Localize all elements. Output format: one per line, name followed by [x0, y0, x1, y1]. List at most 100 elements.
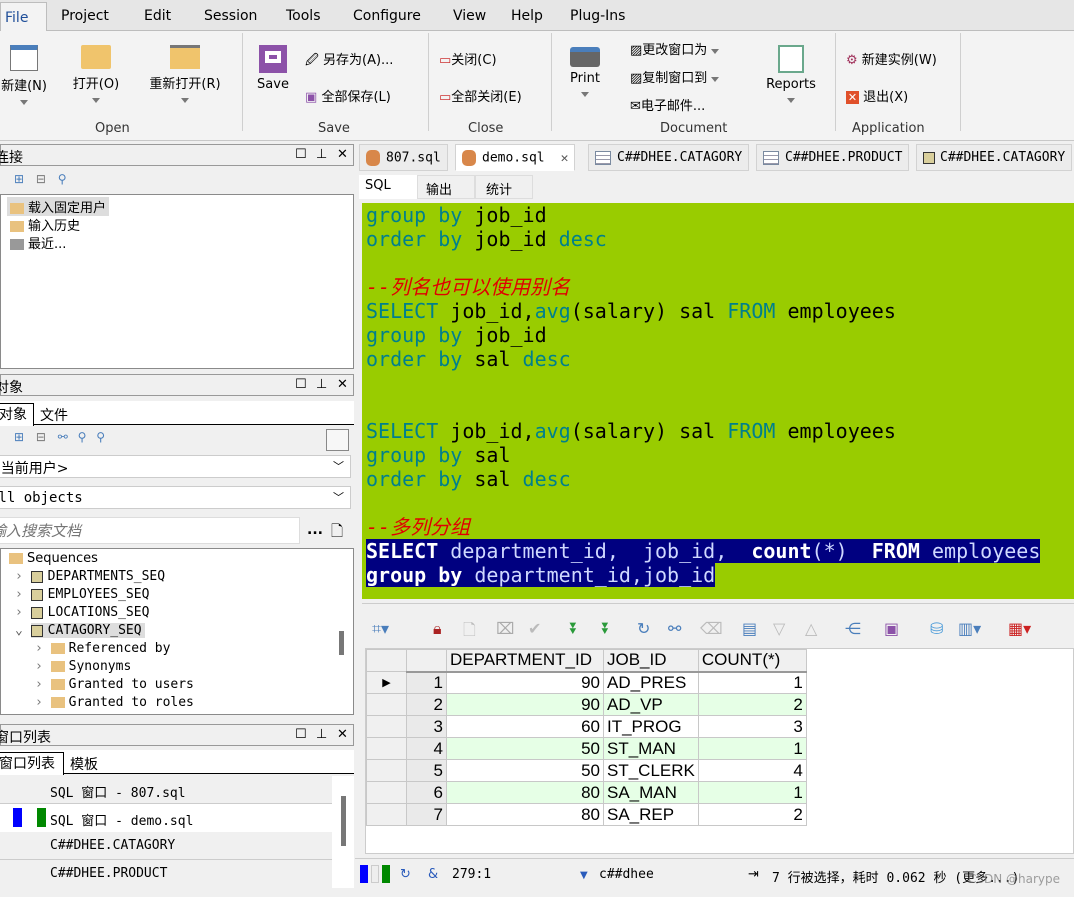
table-row[interactable]: 7 80 SA_REP 2 — [366, 803, 807, 826]
grid-icon[interactable]: ▦▾ — [1008, 619, 1031, 638]
table-cell[interactable]: 80 — [446, 803, 604, 826]
find-icon[interactable]: ⚯ — [58, 430, 68, 444]
find-icon[interactable]: ⚯ — [668, 619, 681, 638]
table-cell[interactable]: 60 — [446, 715, 604, 738]
search-input[interactable] — [0, 517, 300, 544]
connection-icon[interactable]: ⚲ — [58, 172, 67, 186]
close-icon[interactable]: ✕ — [337, 727, 348, 742]
table-cell[interactable]: 4 — [697, 759, 807, 782]
chevron-down-icon[interactable]: ▼ — [580, 870, 588, 881]
collapse-icon[interactable]: ⊟ — [36, 430, 46, 444]
tree-item-child[interactable]: › Referenced by — [35, 641, 170, 656]
table-cell[interactable]: ST_MAN — [603, 737, 699, 760]
new-button[interactable]: 新建(N) — [0, 45, 54, 109]
table-row[interactable]: 5 50 ST_CLERK 4 — [366, 759, 807, 782]
open-button[interactable]: 打开(O) — [66, 45, 126, 107]
table-cell[interactable]: SA_REP — [603, 803, 699, 826]
tree-item-child[interactable]: › Granted to users — [35, 677, 194, 692]
table-cell[interactable]: SA_MAN — [603, 781, 699, 804]
menu-help[interactable]: Help — [511, 8, 543, 24]
maximize-icon[interactable]: ☐ — [295, 147, 307, 162]
menu-session[interactable]: Session — [204, 8, 257, 24]
close-icon[interactable]: ✕ — [337, 377, 348, 392]
table-cell[interactable]: IT_PROG — [603, 715, 699, 738]
user-select[interactable]: <当前用户> ﹀ — [0, 455, 351, 478]
filter-down-icon[interactable]: ▽ — [773, 619, 785, 638]
query-by-example-icon[interactable]: ⋲ — [845, 619, 861, 638]
clear-icon[interactable]: ⌫ — [700, 619, 723, 638]
table-cell[interactable]: 2 — [697, 803, 807, 826]
doc-tab-catagory-seq[interactable]: C##DHEE.CATAGORY — [916, 144, 1073, 171]
window-list-item[interactable]: C##DHEE.CATAGORY — [0, 832, 332, 860]
table-cell[interactable]: 90 — [446, 671, 604, 694]
doc-tab-demo-active[interactable]: demo.sql ✕ — [455, 144, 576, 171]
expand-icon[interactable]: ⊞ — [14, 430, 24, 444]
table-row[interactable]: ▶ 1 90 AD_PRES 1 — [366, 671, 807, 694]
table-cell[interactable]: 1 — [697, 737, 807, 760]
menu-configure[interactable]: Configure — [353, 8, 421, 24]
tree-item-recent[interactable]: 最近... — [10, 233, 66, 252]
table-cell[interactable]: 1 — [697, 781, 807, 804]
window-list-item-active[interactable]: SQL 窗口 - demo.sql — [0, 804, 332, 832]
column-header[interactable]: DEPARTMENT_ID — [446, 649, 604, 673]
copy-window-button[interactable]: ▨复制窗口到 — [630, 67, 720, 86]
pin-icon[interactable]: ⊥ — [316, 727, 327, 742]
tab-window-list[interactable]: 窗口列表 — [0, 752, 64, 775]
table-cell[interactable]: 90 — [446, 693, 604, 716]
new-instance-button[interactable]: ⚙ 新建实例(W) — [846, 49, 937, 68]
close-button[interactable]: ▭关闭(C) — [439, 49, 497, 68]
post-changes-icon[interactable]: ✔ — [528, 619, 541, 638]
connection-user[interactable]: c##dhee — [599, 867, 654, 882]
menu-edit[interactable]: Edit — [144, 8, 171, 24]
table-row[interactable]: 4 50 ST_MAN 1 — [366, 737, 807, 760]
window-list-item[interactable]: SQL 窗口 - 807.sql — [0, 776, 332, 804]
tree-item-sequences[interactable]: Sequences — [9, 551, 98, 566]
table-cell[interactable]: AD_VP — [603, 693, 699, 716]
tab-templates[interactable]: 模板 — [70, 754, 98, 774]
table-cell[interactable]: ST_CLERK — [603, 759, 699, 782]
insert-record-icon[interactable]: 🗋 — [463, 619, 476, 646]
filter-up-icon[interactable]: △ — [805, 619, 817, 638]
column-header[interactable]: COUNT(*) — [697, 649, 807, 673]
doc-tab-807[interactable]: 807.sql — [359, 144, 448, 171]
table-row[interactable]: 2 90 AD_VP 2 — [366, 693, 807, 716]
table-row[interactable]: 3 60 IT_PROG 3 — [366, 715, 807, 738]
maximize-icon[interactable]: ☐ — [295, 727, 307, 742]
doc-tab-product[interactable]: C##DHEE.PRODUCT — [756, 144, 910, 171]
save-button[interactable]: Save — [253, 45, 293, 92]
table-cell[interactable]: AD_PRES — [603, 671, 699, 694]
export-icon[interactable]: ⛁ — [930, 619, 943, 638]
close-tab-icon[interactable]: ✕ — [561, 151, 569, 166]
fetch-next-icon[interactable]: ⏬︎ — [570, 619, 578, 639]
tab-output[interactable]: 输出 — [417, 175, 475, 199]
scrollbar[interactable] — [341, 796, 346, 846]
doc-tab-catagory[interactable]: C##DHEE.CATAGORY — [588, 144, 750, 171]
table-cell[interactable]: 2 — [697, 693, 807, 716]
lock-icon[interactable]: 🔒︎ — [433, 619, 442, 639]
menu-file[interactable]: File — [0, 2, 47, 32]
connection-icon[interactable]: ⚲ — [96, 430, 105, 444]
window-list-item[interactable]: C##DHEE.PRODUCT — [0, 860, 332, 888]
tree-item-sequence[interactable]: › LOCATIONS_SEQ — [15, 605, 149, 620]
new-document-icon[interactable]: 🗋 — [331, 521, 343, 546]
menu-view[interactable]: View — [453, 8, 486, 24]
print-button[interactable]: Print — [562, 47, 608, 101]
fetch-last-icon[interactable]: ⏬︎ — [602, 619, 610, 639]
pin-icon[interactable]: ⊥ — [316, 377, 327, 392]
exit-button[interactable]: ✕ 退出(X) — [846, 86, 908, 105]
table-cell[interactable]: 3 — [697, 715, 807, 738]
email-button[interactable]: ✉电子邮件... — [630, 95, 705, 114]
tree-item-fixed-users[interactable]: 载入固定用户 — [7, 197, 110, 216]
maximize-icon[interactable]: ☐ — [295, 377, 307, 392]
close-icon[interactable]: ✕ — [337, 147, 348, 162]
column-header[interactable]: JOB_ID — [603, 649, 699, 673]
single-record-icon[interactable]: ▤ — [742, 619, 757, 638]
tab-objects[interactable]: 对象 — [0, 403, 34, 426]
pin-icon[interactable]: ⊥ — [316, 147, 327, 162]
tree-item-child[interactable]: › Synonyms — [35, 659, 131, 674]
tree-item-history[interactable]: 输入历史 — [10, 215, 80, 234]
table-row[interactable]: 6 80 SA_MAN 1 — [366, 781, 807, 804]
filter-icon[interactable]: ⚲ — [78, 430, 87, 444]
table-cell[interactable]: 80 — [446, 781, 604, 804]
change-window-button[interactable]: ▨更改窗口为 — [630, 39, 720, 58]
